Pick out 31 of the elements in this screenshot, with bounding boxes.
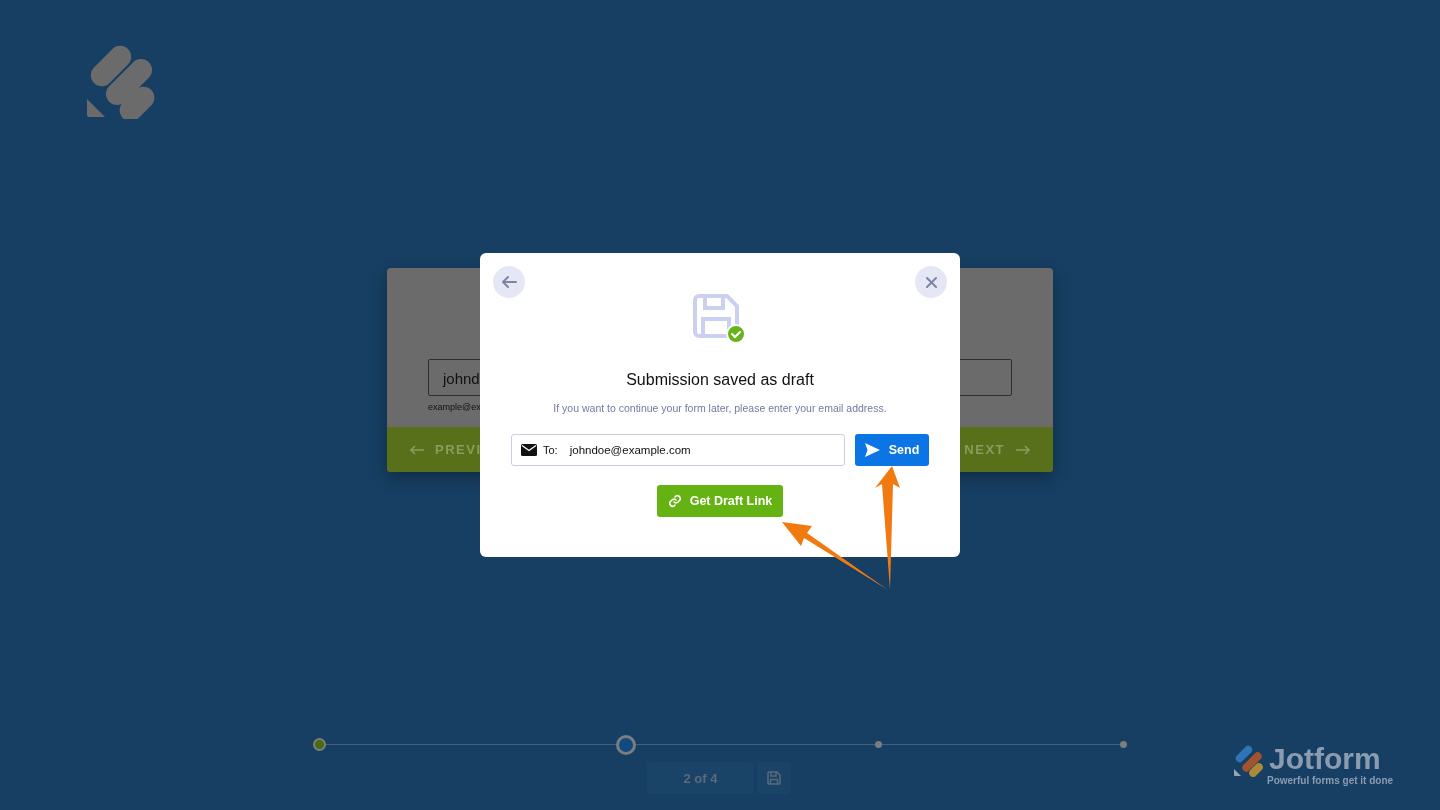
email-value: johndoe@example.com — [569, 444, 691, 456]
brand-tagline: Powerful forms get it done — [1267, 775, 1394, 786]
email-input-field[interactable]: To: johndoe@example.com — [511, 434, 845, 466]
progress-step[interactable] — [874, 741, 882, 748]
progress-step[interactable] — [616, 734, 637, 755]
to-label: To: — [543, 444, 558, 456]
logo-icon — [85, 43, 155, 119]
left-arrow-icon — [409, 444, 425, 455]
link-icon — [667, 494, 682, 508]
page-indicator: 2 of 4 — [647, 762, 754, 794]
close-button[interactable] — [915, 266, 947, 298]
saved-floppy-disk-icon — [693, 292, 747, 344]
progress-step[interactable] — [1120, 741, 1127, 748]
save-button[interactable] — [757, 762, 791, 794]
next-button[interactable]: NEXT — [964, 442, 1031, 457]
progress-step[interactable] — [313, 738, 326, 751]
back-arrow-icon — [501, 275, 517, 289]
previous-button[interactable]: PREVI — [409, 442, 482, 457]
paper-plane-icon — [864, 443, 880, 457]
floppy-disk-icon — [766, 770, 782, 786]
get-draft-link-button[interactable]: Get Draft Link — [657, 485, 783, 517]
email-hint: example@ex — [428, 402, 481, 412]
close-icon — [925, 276, 937, 288]
back-button[interactable] — [493, 266, 525, 298]
send-button[interactable]: Send — [855, 434, 929, 466]
right-arrow-icon — [1015, 444, 1031, 455]
dialog-message: If you want to continue your form later, please enter your email address. — [553, 402, 887, 414]
envelope-icon — [521, 444, 537, 456]
dialog-title: Submission saved as draft — [626, 371, 814, 389]
brand-name: Jotform — [1269, 743, 1382, 775]
brand-logo-icon — [1232, 743, 1266, 777]
